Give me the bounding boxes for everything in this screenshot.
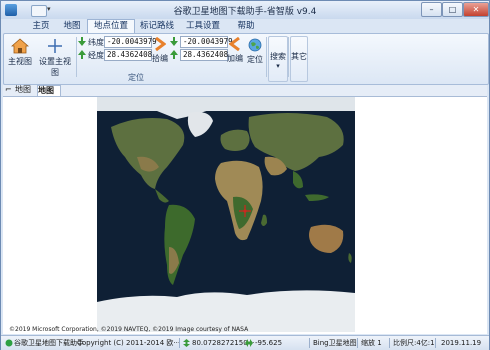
separator: [179, 338, 180, 348]
chevron-right-icon: [155, 36, 167, 52]
status-lon: -95.625: [255, 339, 283, 347]
lat-field-2[interactable]: -20.0043979: [180, 36, 233, 48]
other-button[interactable]: 其它: [290, 36, 308, 82]
status-map-source: Bing卫星地图: [313, 339, 357, 347]
set-main-view-label: 设置主视图: [39, 57, 71, 77]
window-title: 谷歌卫星地图下载助手-省智版 v9.4: [173, 7, 317, 17]
lon-field-2[interactable]: 28.4362408: [180, 49, 228, 61]
edit-label: 加编: [227, 54, 243, 63]
doc-tab-map[interactable]: 地图: [15, 85, 37, 95]
globe-icon: [248, 38, 262, 52]
pin-icon[interactable]: ⌐: [5, 85, 15, 95]
status-bar: 谷歌卫星地图下载助手 Copyright (C) 2011-2014 欧··· …: [1, 335, 489, 350]
separator: [288, 37, 289, 77]
main-view-button[interactable]: 主视图: [6, 36, 34, 68]
separator: [76, 37, 77, 77]
ribbon-tabs: 主页 地图 地点位置 标记路线 工具设置 帮助: [1, 19, 489, 34]
home-icon: [10, 38, 30, 54]
world-map-image: [97, 97, 355, 332]
separator: [266, 37, 267, 77]
status-dot-icon: [5, 339, 13, 347]
separator: [389, 338, 390, 348]
doc-tab-map-active[interactable]: 地图: [37, 85, 61, 96]
tab-location[interactable]: 地点位置: [87, 19, 135, 34]
pick-button[interactable]: 拾编: [150, 36, 170, 67]
crosshair-icon: [48, 39, 62, 53]
lon-field[interactable]: 28.4362408: [104, 49, 152, 61]
maximize-button[interactable]: □: [442, 2, 463, 17]
map-canvas[interactable]: ©2019 Microsoft Corporation, ©2019 NAVTE…: [3, 97, 487, 334]
tab-home[interactable]: 主页: [27, 20, 55, 33]
group-label-location: 定位: [128, 73, 144, 82]
edit-button[interactable]: 加编: [226, 36, 244, 67]
arrow-down-icon: [170, 37, 178, 46]
title-bar: ▾ 谷歌卫星地图下载助手-省智版 v9.4 – □ ✕: [1, 1, 489, 19]
separator: [309, 338, 310, 348]
separator: [357, 338, 358, 348]
status-date: 2019.11.19: [441, 339, 482, 347]
search-label: 搜索: [270, 52, 286, 61]
tab-mark-route[interactable]: 标记路线: [135, 20, 179, 33]
arrow-up-down-icon: [183, 339, 190, 347]
status-zoom: 缩放 1: [361, 339, 382, 347]
status-copyright: Copyright (C) 2011-2014 欧···: [77, 339, 181, 347]
arrow-down-icon: [78, 37, 86, 46]
search-button[interactable]: 搜索 ▾: [268, 36, 288, 82]
pick-label: 拾编: [152, 54, 168, 63]
close-button[interactable]: ✕: [463, 2, 489, 17]
document-tabs: ⌐ 地图 地图: [3, 85, 487, 97]
locate-label: 定位: [247, 55, 263, 64]
lat-field[interactable]: -20.0043979: [104, 36, 157, 48]
set-main-view-button[interactable]: 设置主视图: [36, 36, 74, 77]
tab-help[interactable]: 帮助: [233, 20, 259, 33]
ribbon-panel: 主视图 设置主视图 纬度: -20.0043979 经度: 28.4362408…: [3, 33, 489, 85]
chevron-left-icon: [228, 36, 240, 52]
locate-button[interactable]: 定位: [246, 36, 264, 68]
map-copyright: ©2019 Microsoft Corporation, ©2019 NAVTE…: [9, 326, 249, 333]
arrow-up-icon: [78, 50, 86, 59]
tab-tools[interactable]: 工具设置: [181, 20, 225, 33]
satellite-map[interactable]: [97, 97, 355, 332]
other-label: 其它: [291, 52, 307, 61]
main-view-label: 主视图: [8, 57, 32, 66]
minimize-button[interactable]: –: [421, 2, 442, 17]
arrow-left-right-icon: [245, 339, 253, 347]
status-app-name: 谷歌卫星地图下载助手: [14, 339, 84, 347]
tab-map[interactable]: 地图: [59, 20, 85, 33]
status-scale: 比例尺:4亿:1: [393, 339, 435, 347]
app-window: ▾ 谷歌卫星地图下载助手-省智版 v9.4 – □ ✕ 主页 地图 地点位置 标…: [0, 0, 490, 350]
chevron-down-icon: ▾: [276, 62, 280, 70]
arrow-up-icon: [170, 50, 178, 59]
separator: [435, 338, 436, 348]
